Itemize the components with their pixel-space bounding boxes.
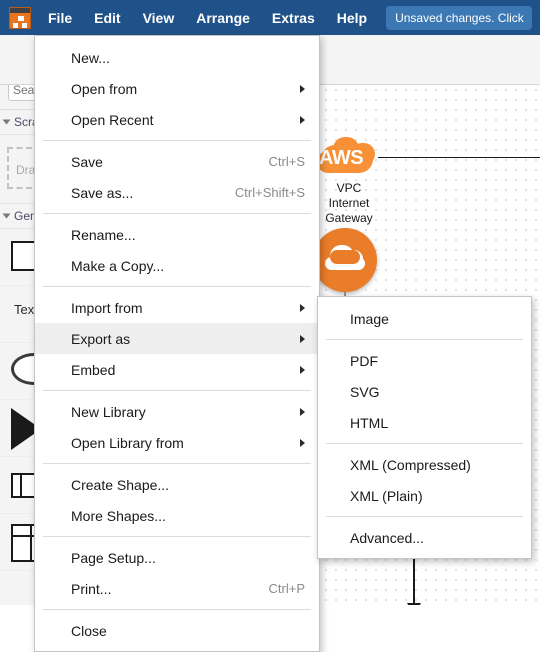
menu-item-print[interactable]: Print... Ctrl+P — [35, 573, 319, 604]
chevron-right-icon — [300, 115, 305, 124]
submenu-item-svg[interactable]: SVG — [318, 376, 531, 407]
submenu-item-xml-plain[interactable]: XML (Plain) — [318, 480, 531, 511]
menu-item-save-as-shortcut: Ctrl+Shift+S — [234, 185, 305, 200]
menu-item-print-label: Print... — [71, 580, 112, 597]
chevron-down-icon — [2, 213, 11, 219]
menu-item-page-setup-label: Page Setup... — [71, 549, 156, 566]
menu-item-save[interactable]: Save Ctrl+S — [35, 146, 319, 177]
menu-separator — [43, 286, 311, 287]
menu-separator — [326, 516, 523, 517]
submenu-item-pdf[interactable]: PDF — [318, 345, 531, 376]
chevron-down-icon — [2, 119, 11, 125]
menu-item-embed[interactable]: Embed — [35, 354, 319, 385]
aws-cloud-label: AWS — [319, 147, 364, 169]
menu-item-embed-label: Embed — [71, 361, 116, 378]
menu-item-create-shape[interactable]: Create Shape... — [35, 469, 319, 500]
menu-item-new[interactable]: New... — [35, 42, 319, 73]
menu-item-import-from-label: Import from — [71, 299, 143, 316]
menu-item-make-a-copy-label: Make a Copy... — [71, 257, 165, 274]
menu-separator — [43, 390, 311, 391]
menu-separator — [43, 140, 311, 141]
menu-item-new-label: New... — [71, 49, 110, 66]
menu-item-open-library-from-label: Open Library from — [71, 434, 184, 451]
file-menu-dropdown: New... Open from Open Recent Save Ctrl+S Save… — [34, 35, 320, 652]
menu-item-open-recent[interactable]: Open Recent — [35, 104, 319, 135]
menu-item-rename-label: Rename... — [71, 226, 136, 243]
submenu-item-image-label: Image — [350, 310, 389, 327]
chevron-right-icon — [300, 334, 305, 343]
menu-item-open-library-from[interactable]: Open Library from — [35, 427, 319, 458]
submenu-item-xml-compressed-label: XML (Compressed) — [350, 456, 471, 473]
chevron-right-icon — [300, 84, 305, 93]
menu-item-open-recent-label: Open Recent — [71, 111, 154, 128]
menu-item-import-from[interactable]: Import from — [35, 292, 319, 323]
submenu-item-xml-plain-label: XML (Plain) — [350, 487, 423, 504]
menu-separator — [43, 213, 311, 214]
submenu-item-advanced[interactable]: Advanced... — [318, 522, 531, 553]
menu-item-make-a-copy[interactable]: Make a Copy... — [35, 250, 319, 281]
aws-cloud-shape[interactable]: AWS — [313, 135, 381, 179]
chevron-right-icon — [300, 365, 305, 374]
menu-separator — [326, 443, 523, 444]
menu-item-open-from[interactable]: Open from — [35, 73, 319, 104]
submenu-item-html[interactable]: HTML — [318, 407, 531, 438]
submenu-item-pdf-label: PDF — [350, 352, 378, 369]
menu-help[interactable]: Help — [326, 3, 378, 33]
menu-item-close[interactable]: Close — [35, 615, 319, 646]
menu-item-print-shortcut: Ctrl+P — [268, 581, 305, 596]
menu-view[interactable]: View — [132, 3, 186, 33]
export-as-submenu: Image PDF SVG HTML XML (Compressed) XML (Plai… — [317, 296, 532, 559]
menu-item-save-label: Save — [71, 153, 103, 170]
menu-item-save-shortcut: Ctrl+S — [268, 154, 305, 169]
menu-item-new-library[interactable]: New Library — [35, 396, 319, 427]
app-menubar: File Edit View Arrange Extras Help Unsav… — [0, 0, 540, 35]
submenu-item-image[interactable]: Image — [318, 303, 531, 334]
menu-item-save-as[interactable]: Save as... Ctrl+Shift+S — [35, 177, 319, 208]
menu-item-close-label: Close — [71, 622, 107, 639]
menu-separator — [43, 463, 311, 464]
submenu-item-svg-label: SVG — [350, 383, 380, 400]
menu-item-save-as-label: Save as... — [71, 184, 134, 201]
unsaved-changes-badge[interactable]: Unsaved changes. Click — [386, 5, 533, 30]
menu-item-new-library-label: New Library — [71, 403, 146, 420]
menu-item-rename[interactable]: Rename... — [35, 219, 319, 250]
submenu-item-advanced-label: Advanced... — [350, 529, 424, 546]
menu-file[interactable]: File — [37, 2, 84, 33]
menu-item-export-as-label: Export as — [71, 330, 131, 347]
menu-item-create-shape-label: Create Shape... — [71, 476, 170, 493]
chevron-right-icon — [300, 407, 305, 416]
connector-horizontal-right — [378, 157, 540, 158]
menu-separator — [326, 339, 523, 340]
menu-separator — [43, 609, 311, 610]
menu-item-open-from-label: Open from — [71, 80, 138, 97]
menu-item-more-shapes-label: More Shapes... — [71, 507, 166, 524]
menu-separator — [43, 536, 311, 537]
menu-item-more-shapes[interactable]: More Shapes... — [35, 500, 319, 531]
menu-edit[interactable]: Edit — [83, 3, 131, 33]
menu-item-export-as[interactable]: Export as — [35, 323, 319, 354]
menu-extras[interactable]: Extras — [261, 3, 326, 33]
submenu-item-html-label: HTML — [350, 414, 389, 431]
submenu-item-xml-compressed[interactable]: XML (Compressed) — [318, 449, 531, 480]
menu-item-page-setup[interactable]: Page Setup... — [35, 542, 319, 573]
chevron-right-icon — [300, 438, 305, 447]
cloud-node-shape[interactable] — [313, 228, 377, 292]
menu-arrange[interactable]: Arrange — [185, 3, 261, 33]
drawio-logo-icon[interactable] — [9, 6, 31, 29]
chevron-right-icon — [300, 303, 305, 312]
